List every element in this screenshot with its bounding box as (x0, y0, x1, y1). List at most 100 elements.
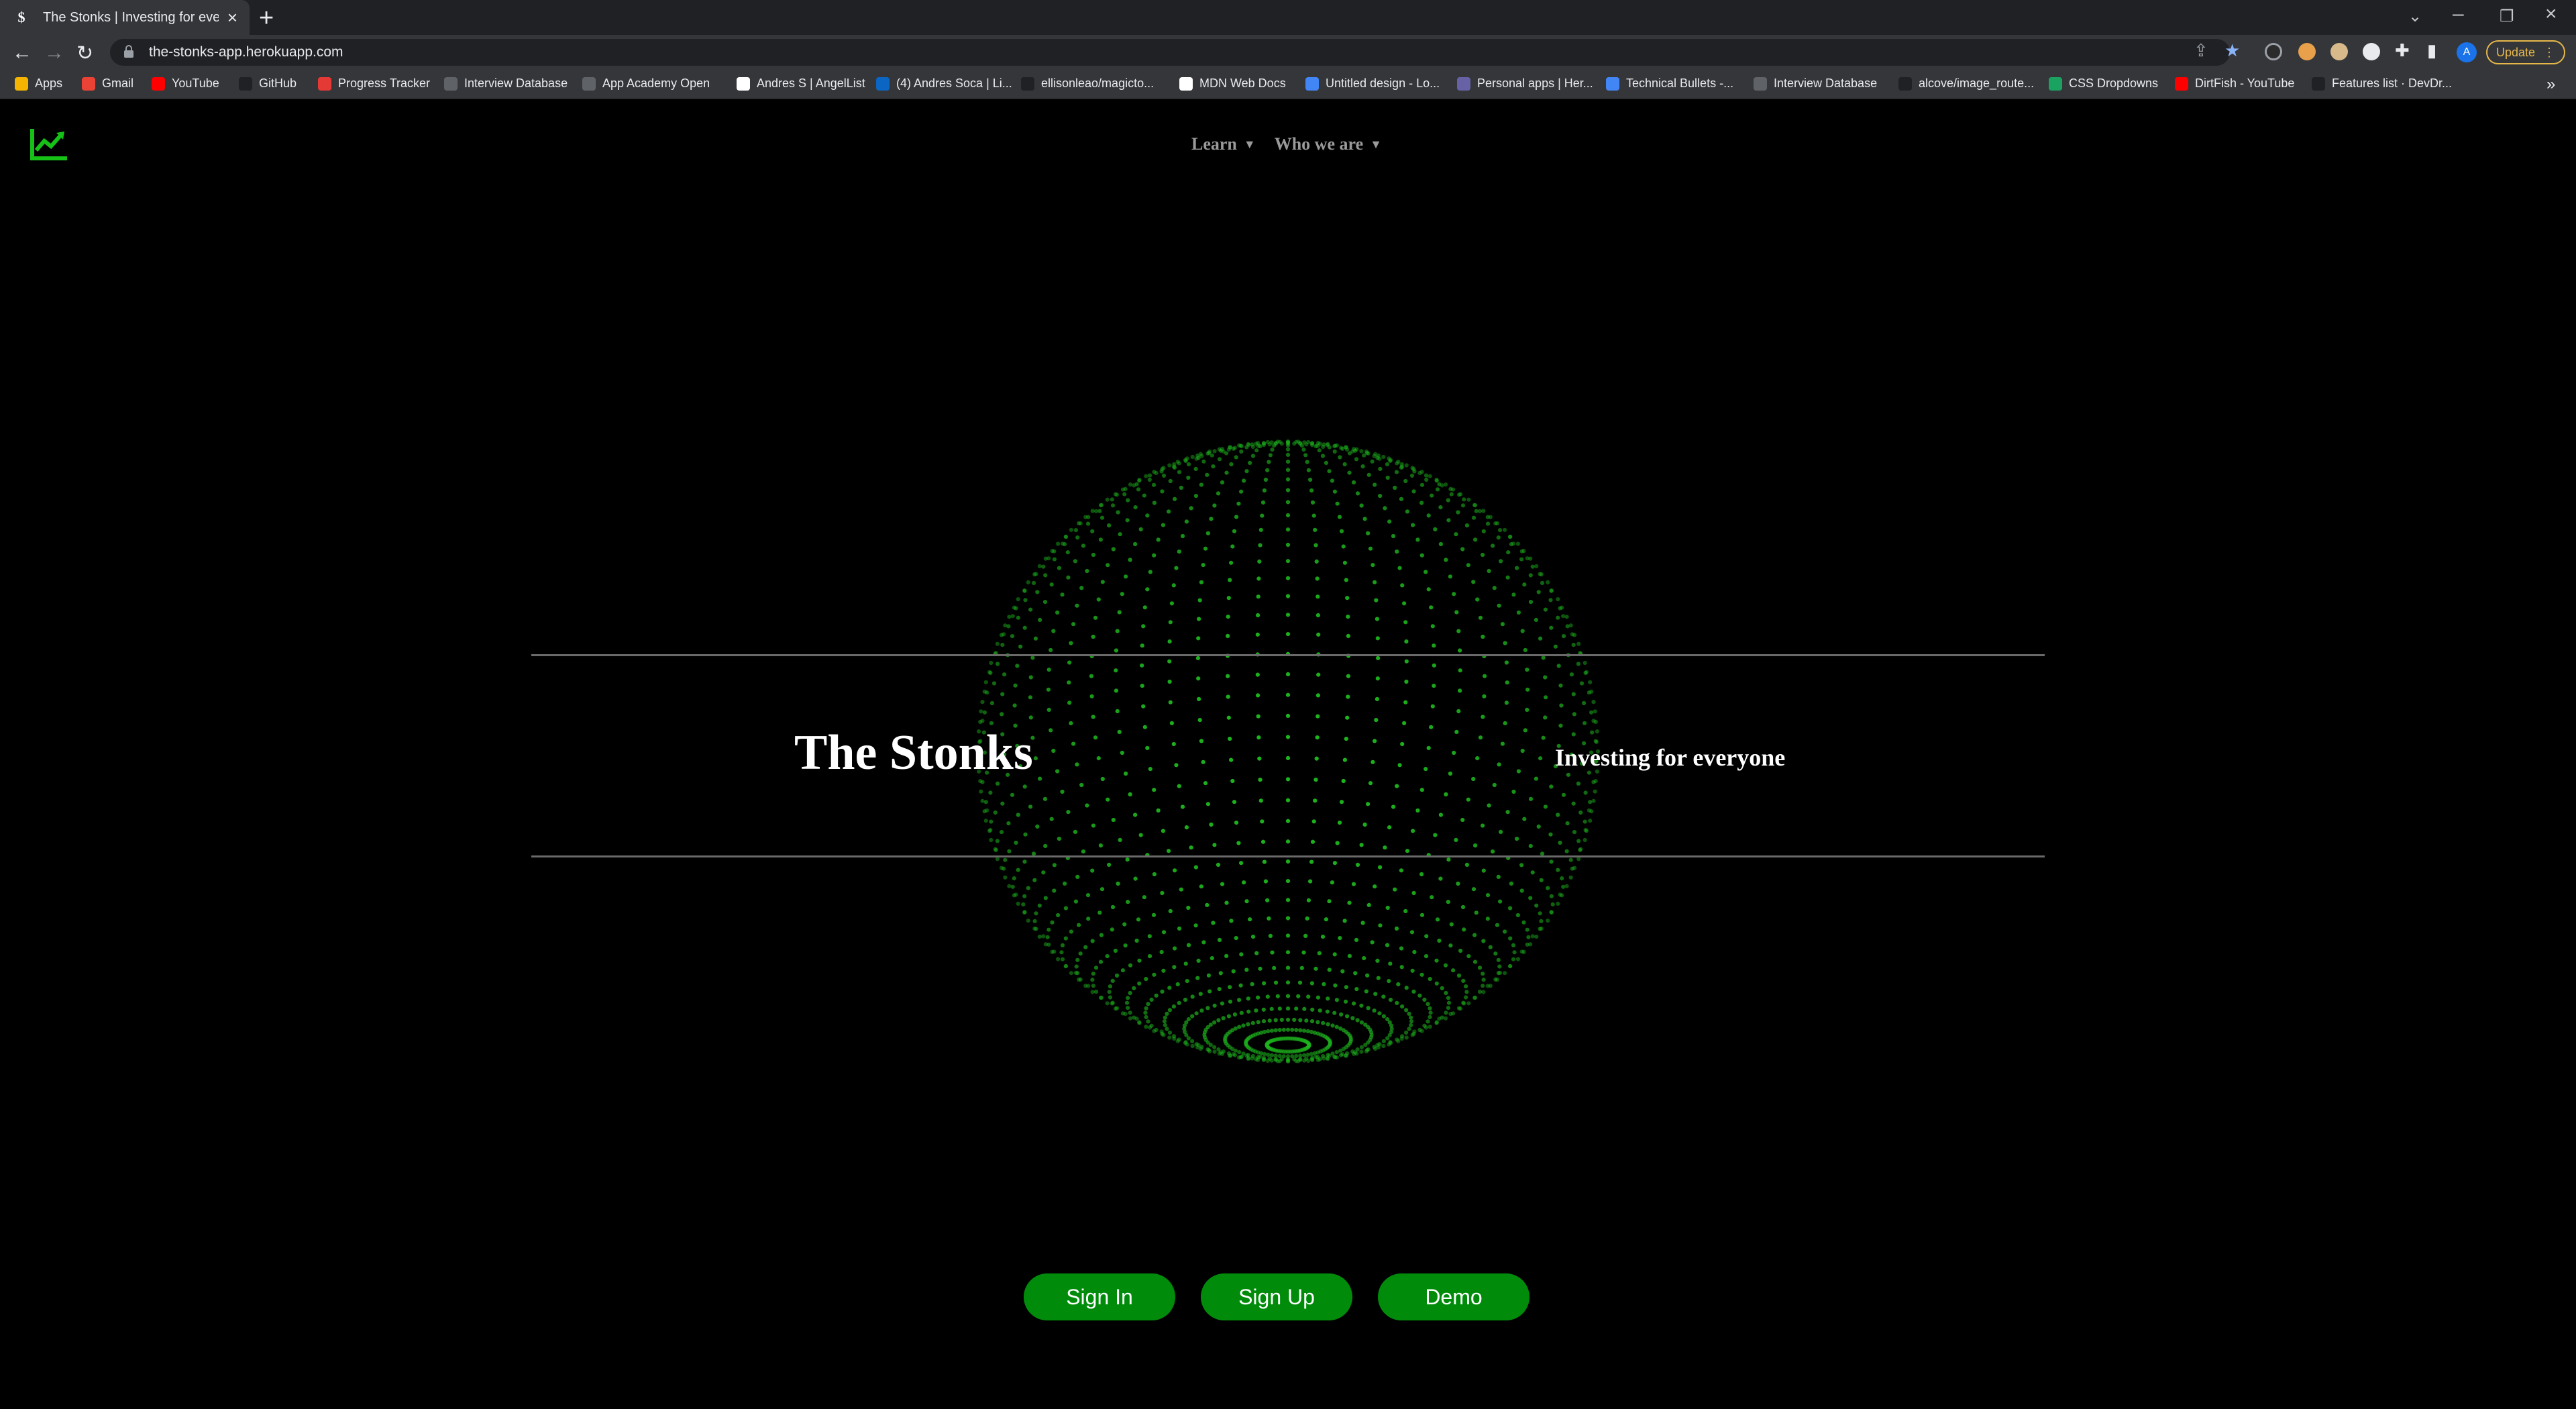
hero-title: The Stonks (794, 725, 1033, 780)
bookmark-item[interactable]: App Academy Open (582, 76, 710, 91)
forward-icon[interactable]: → (44, 42, 64, 64)
bookmark-favicon-icon (444, 76, 458, 91)
tab-search-icon[interactable]: ⌄ (2408, 7, 2422, 26)
bookmark-label: Interview Database (1774, 76, 1878, 90)
bookmark-label: Untitled design - Lo... (1326, 76, 1440, 90)
bookmark-item[interactable]: ellisonleao/magicto... (1021, 76, 1154, 91)
more-bookmarks-icon[interactable]: » (2546, 75, 2555, 94)
bookmark-label: ellisonleao/magicto... (1041, 76, 1155, 90)
bookmark-favicon-icon (876, 76, 890, 91)
bookmark-item[interactable]: Technical Bullets -... (1606, 76, 1733, 91)
bookmark-favicon-icon (1898, 76, 1912, 91)
new-tab-icon[interactable]: + (259, 4, 274, 33)
bookmark-star-icon[interactable]: ★ (2224, 40, 2240, 61)
nav-learn-dropdown[interactable]: Learn ▼ (1191, 134, 1256, 154)
chevron-down-icon: ▼ (1243, 137, 1256, 151)
restore-icon[interactable]: ❐ (2500, 7, 2514, 26)
extension-icon[interactable] (2330, 43, 2348, 60)
side-panel-icon[interactable]: ▮ (2427, 40, 2436, 61)
bookmark-favicon-icon (318, 76, 331, 91)
bookmark-item[interactable]: MDN Web Docs (1179, 76, 1286, 91)
bookmark-label: DirtFish - YouTube (2195, 76, 2295, 90)
bookmark-favicon-icon (1606, 76, 1619, 91)
bookmark-item[interactable]: Gmail (82, 76, 133, 91)
back-icon[interactable]: ← (12, 42, 32, 64)
divider-line-bottom (531, 855, 2045, 857)
bookmark-favicon-icon (1021, 76, 1034, 91)
bookmark-label: Technical Bullets -... (1626, 76, 1734, 90)
url-text: the-stonks-app.herokuapp.com (149, 44, 343, 60)
bookmark-label: MDN Web Docs (1199, 76, 1286, 90)
bookmark-favicon-icon (737, 76, 750, 91)
close-window-icon[interactable]: × (2545, 3, 2557, 25)
bookmark-favicon-icon (152, 76, 165, 91)
auth-buttons: Sign In Sign Up Demo (1024, 1273, 1529, 1320)
bookmark-item[interactable]: Interview Database (1754, 76, 1877, 91)
bookmark-item[interactable]: DirtFish - YouTube (2175, 76, 2294, 91)
tab-close-icon[interactable]: × (227, 7, 237, 28)
update-button[interactable]: Update ⋮ (2486, 40, 2565, 64)
bookmark-item[interactable]: Untitled design - Lo... (1305, 76, 1440, 91)
bookmark-item[interactable]: CSS Dropdowns (2049, 76, 2158, 91)
nav-learn-label: Learn (1191, 134, 1237, 154)
hero-subtitle: Investing for everyone (1555, 744, 1786, 771)
bookmark-item[interactable]: Interview Database (444, 76, 568, 91)
bookmark-item[interactable]: GitHub (239, 76, 297, 91)
bookmark-favicon-icon (1179, 76, 1193, 91)
share-icon[interactable]: ⇪ (2194, 40, 2208, 61)
bookmark-item[interactable]: Progress Tracker (318, 76, 430, 91)
nav-who-we-are-dropdown[interactable]: Who we are ▼ (1275, 134, 1382, 154)
extension-icon[interactable] (2363, 43, 2380, 60)
bookmark-label: (4) Andres Soca | Li... (896, 76, 1012, 90)
more-menu-icon: ⋮ (2543, 45, 2556, 59)
sign-in-button[interactable]: Sign In (1024, 1273, 1175, 1320)
browser-toolbar: ← → ↻ the-stonks-app.herokuapp.com ⇪ ★ ✚… (0, 35, 2576, 70)
nav-who-label: Who we are (1274, 134, 1364, 154)
bookmark-item[interactable]: Apps (15, 76, 62, 91)
bookmark-label: YouTube (172, 76, 219, 90)
address-bar[interactable]: the-stonks-app.herokuapp.com (110, 39, 2230, 66)
dotted-globe-animation (975, 439, 1601, 1063)
bookmark-favicon-icon (1305, 76, 1319, 91)
bookmark-favicon-icon (1457, 76, 1470, 91)
reload-icon[interactable]: ↻ (76, 42, 93, 65)
stonks-chart-logo-icon[interactable] (28, 125, 70, 162)
site-favicon-icon: $ (17, 9, 25, 25)
bookmark-label: App Academy Open (602, 76, 710, 90)
bookmark-favicon-icon (239, 76, 252, 91)
bookmark-favicon-icon (1754, 76, 1767, 91)
bookmark-item[interactable]: (4) Andres Soca | Li... (876, 76, 1012, 91)
bookmark-favicon-icon (2312, 76, 2325, 91)
bookmark-label: Apps (35, 76, 63, 90)
browser-tab-bar: $ The Stonks | Investing for everyone × … (0, 0, 2576, 35)
minimize-icon[interactable]: – (2453, 3, 2464, 25)
top-nav: Learn ▼ Who we are ▼ (1191, 134, 1382, 154)
bookmark-favicon-icon (82, 76, 95, 91)
sign-up-button[interactable]: Sign Up (1201, 1273, 1352, 1320)
bookmark-item[interactable]: YouTube (152, 76, 219, 91)
profile-avatar[interactable]: A (2457, 42, 2477, 62)
browser-tab-active[interactable]: $ The Stonks | Investing for everyone × (0, 0, 250, 35)
bookmark-label: Andres S | AngelList (757, 76, 865, 90)
bookmark-label: alcove/image_route... (1919, 76, 2035, 90)
bookmark-label: CSS Dropdowns (2069, 76, 2159, 90)
bookmark-favicon-icon (2049, 76, 2062, 91)
bookmark-label: GitHub (259, 76, 297, 90)
bookmark-label: Interview Database (464, 76, 568, 90)
bookmark-label: Gmail (102, 76, 134, 90)
bookmark-item[interactable]: Personal apps | Her... (1457, 76, 1593, 91)
divider-line-top (531, 654, 2045, 656)
bookmark-item[interactable]: Features list · DevDr... (2312, 76, 2452, 91)
extension-icon[interactable] (2298, 43, 2316, 60)
extension-icon[interactable] (2265, 43, 2282, 60)
extensions-puzzle-icon[interactable]: ✚ (2395, 40, 2410, 61)
chevron-down-icon: ▼ (1370, 137, 1382, 151)
bookmark-item[interactable]: alcove/image_route... (1898, 76, 2034, 91)
bookmark-favicon-icon (582, 76, 596, 91)
bookmarks-bar: Apps Gmail YouTube GitHub Progress Tracker In… (0, 70, 2576, 99)
bookmark-item[interactable]: Andres S | AngelList (737, 76, 865, 91)
update-label: Update (2496, 45, 2536, 59)
demo-button[interactable]: Demo (1378, 1273, 1529, 1320)
lock-icon (123, 45, 136, 60)
bookmark-label: Progress Tracker (338, 76, 431, 90)
